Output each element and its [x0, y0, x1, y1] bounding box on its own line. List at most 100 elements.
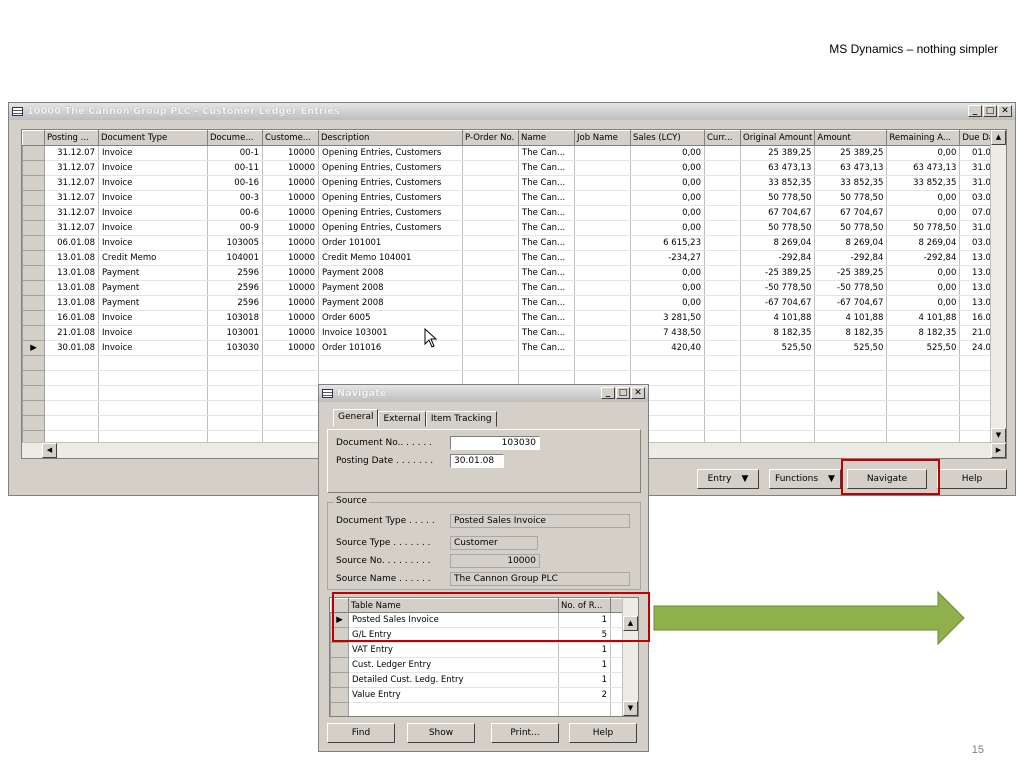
- table-cell[interactable]: [814, 355, 888, 371]
- table-cell[interactable]: [574, 325, 631, 341]
- table-cell[interactable]: Invoice: [98, 340, 208, 356]
- table-cell[interactable]: Invoice: [98, 160, 208, 176]
- row-selector[interactable]: [22, 145, 45, 161]
- table-cell[interactable]: [704, 220, 741, 236]
- table-cell[interactable]: The Can...: [518, 265, 575, 281]
- table-cell[interactable]: -50 778,50: [814, 280, 888, 296]
- table-row[interactable]: 13.01.08 Payment 2596 10000 Payment 2008 The …: [22, 280, 1001, 296]
- scroll-down-icon[interactable]: ▼: [991, 428, 1006, 443]
- table-cell[interactable]: [574, 220, 631, 236]
- table-cell[interactable]: 10000: [262, 250, 319, 266]
- table-cell[interactable]: 06.01.08: [44, 235, 99, 251]
- table-cell[interactable]: 0,00: [886, 205, 961, 221]
- table-cell[interactable]: [886, 370, 961, 386]
- row-selector[interactable]: [22, 310, 45, 326]
- table-cell[interactable]: 0,00: [630, 265, 705, 281]
- table-cell[interactable]: 0,00: [630, 205, 705, 221]
- table-row[interactable]: 31.12.07 Invoice 00-3 10000 Opening Entries,…: [22, 190, 1001, 206]
- table-cell[interactable]: [574, 235, 631, 251]
- table-cell[interactable]: 63 473,13: [740, 160, 816, 176]
- table-cell[interactable]: [574, 265, 631, 281]
- table-cell[interactable]: 0,00: [886, 145, 961, 161]
- table-cell[interactable]: [44, 400, 99, 416]
- table-cell[interactable]: 00-16: [207, 175, 263, 191]
- table-cell[interactable]: [704, 295, 741, 311]
- table-cell[interactable]: [44, 385, 99, 401]
- table-cell[interactable]: Opening Entries, Customers: [318, 175, 463, 191]
- table-cell[interactable]: 0,00: [886, 265, 961, 281]
- table-cell[interactable]: [740, 415, 816, 431]
- table-cell[interactable]: [704, 175, 741, 191]
- table-cell[interactable]: [207, 370, 263, 386]
- table-cell[interactable]: [318, 355, 463, 371]
- table-cell[interactable]: 10000: [262, 310, 319, 326]
- table-cell[interactable]: [44, 355, 99, 371]
- table-cell[interactable]: -25 389,25: [814, 265, 888, 281]
- table-cell[interactable]: [814, 370, 888, 386]
- table-cell[interactable]: -292,84: [814, 250, 888, 266]
- table-cell[interactable]: -292,84: [740, 250, 816, 266]
- table-cell[interactable]: Value Entry: [348, 687, 559, 703]
- table-cell[interactable]: 31.12.07: [44, 220, 99, 236]
- table-cell[interactable]: The Can...: [518, 340, 575, 356]
- tab-external[interactable]: External: [378, 411, 426, 427]
- table-cell[interactable]: 0,00: [630, 190, 705, 206]
- table-cell[interactable]: [462, 235, 519, 251]
- table-cell[interactable]: [740, 355, 816, 371]
- find-button[interactable]: Find: [327, 723, 395, 743]
- row-selector[interactable]: [22, 295, 45, 311]
- table-cell[interactable]: [462, 265, 519, 281]
- row-selector[interactable]: [22, 370, 45, 386]
- table-cell[interactable]: 50 778,50: [740, 190, 816, 206]
- table-cell[interactable]: 10000: [262, 175, 319, 191]
- table-cell[interactable]: Detailed Cust. Ledg. Entry: [348, 672, 559, 688]
- table-cell[interactable]: 00-1: [207, 145, 263, 161]
- table-cell[interactable]: Order 6005: [318, 310, 463, 326]
- table-cell[interactable]: Invoice: [98, 145, 208, 161]
- table-cell[interactable]: 10000: [262, 265, 319, 281]
- table-cell[interactable]: Credit Memo: [98, 250, 208, 266]
- table-cell[interactable]: Opening Entries, Customers: [318, 220, 463, 236]
- table-row[interactable]: 06.01.08 Invoice 103005 10000 Order 101001 Th…: [22, 235, 1001, 251]
- table-row[interactable]: Cust. Ledger Entry 1: [330, 657, 625, 673]
- table-cell[interactable]: Invoice: [98, 310, 208, 326]
- table-cell[interactable]: [814, 415, 888, 431]
- table-cell[interactable]: [704, 190, 741, 206]
- scroll-up-icon[interactable]: ▲: [991, 130, 1006, 145]
- table-cell[interactable]: Payment: [98, 280, 208, 296]
- table-cell[interactable]: 4 101,88: [814, 310, 888, 326]
- table-cell[interactable]: Payment: [98, 265, 208, 281]
- table-cell[interactable]: 7 438,50: [630, 325, 705, 341]
- table-cell[interactable]: Cust. Ledger Entry: [348, 657, 559, 673]
- table-cell[interactable]: [704, 325, 741, 341]
- table-row[interactable]: 31.12.07 Invoice 00-11 10000 Opening Entries…: [22, 160, 1001, 176]
- main-titlebar[interactable]: 10000 The Cannon Group PLC - Customer Le…: [9, 103, 1015, 120]
- table-cell[interactable]: 0,00: [630, 145, 705, 161]
- table-cell[interactable]: 10000: [262, 295, 319, 311]
- table-cell[interactable]: [704, 310, 741, 326]
- tab-item-tracking[interactable]: Item Tracking: [425, 411, 497, 427]
- table-cell[interactable]: 63 473,13: [886, 160, 961, 176]
- column-header[interactable]: Document Type: [98, 130, 208, 146]
- table-cell[interactable]: 0,00: [630, 295, 705, 311]
- table-cell[interactable]: 67 704,67: [814, 205, 888, 221]
- table-cell[interactable]: 2596: [207, 295, 263, 311]
- table-cell[interactable]: [886, 415, 961, 431]
- table-cell[interactable]: [886, 385, 961, 401]
- minimize-button[interactable]: _: [601, 387, 615, 399]
- column-header[interactable]: Curr...: [704, 130, 741, 146]
- table-cell[interactable]: [462, 205, 519, 221]
- table-cell[interactable]: [574, 355, 631, 371]
- table-cell[interactable]: Payment 2008: [318, 280, 463, 296]
- table-row[interactable]: 31.12.07 Invoice 00-16 10000 Opening Entries…: [22, 175, 1001, 191]
- table-cell[interactable]: 13.01.08: [44, 250, 99, 266]
- table-cell[interactable]: VAT Entry: [348, 642, 559, 658]
- row-selector[interactable]: ▶: [22, 340, 45, 356]
- maximize-button[interactable]: □: [616, 387, 630, 399]
- table-cell[interactable]: 8 182,35: [886, 325, 961, 341]
- table-cell[interactable]: 4 101,88: [740, 310, 816, 326]
- table-cell[interactable]: 31.12.07: [44, 175, 99, 191]
- table-cell[interactable]: [704, 355, 741, 371]
- table-cell[interactable]: -50 778,50: [740, 280, 816, 296]
- table-cell[interactable]: 13.01.08: [44, 265, 99, 281]
